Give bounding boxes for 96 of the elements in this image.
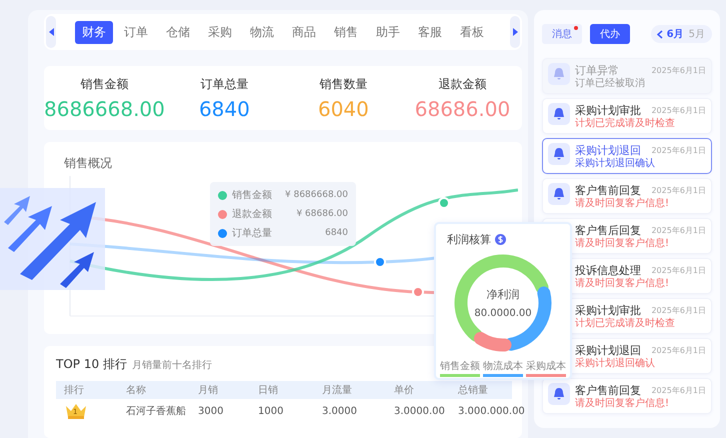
- category-tab[interactable]: 采购: [201, 20, 239, 44]
- column-header: 排行: [64, 384, 85, 397]
- legend-item: 销售金额: [440, 359, 480, 377]
- data-point: [412, 286, 424, 298]
- notice-date: 2025年6月1日: [651, 344, 706, 356]
- category-tab[interactable]: 仓储: [159, 20, 197, 44]
- chart-title: 销售概况: [64, 156, 112, 170]
- table-cell-text: 石河子香蕉船: [126, 404, 187, 418]
- notice-subtitle: 计划已完成请及时检查: [575, 318, 676, 330]
- crown-icon: [64, 403, 88, 419]
- notice-title: 订单异常: [575, 62, 620, 78]
- notice-date: 2025年6月1日: [651, 144, 706, 156]
- category-tab[interactable]: 订单: [117, 20, 155, 44]
- category-tab[interactable]: 助手: [369, 20, 407, 44]
- scroll-left-button[interactable]: [46, 16, 56, 48]
- category-tab[interactable]: 客服: [411, 20, 449, 44]
- column-header: 名称: [126, 384, 147, 397]
- data-point: [374, 256, 386, 268]
- notice-date: 2025年6月1日: [651, 384, 706, 396]
- bell-icon: [548, 182, 570, 204]
- notice-title: 采购计划审批: [575, 302, 642, 318]
- series-label: 销售金额: [232, 188, 272, 202]
- stat-value: 6840: [198, 96, 250, 120]
- notice-date: 2025年6月1日: [651, 304, 706, 316]
- category-tab[interactable]: 商品: [285, 20, 323, 44]
- column-header: 单价: [394, 384, 415, 397]
- legend-item: 采购成本: [526, 359, 566, 377]
- scroll-right-button[interactable]: [510, 16, 520, 48]
- notice-subtitle: 请及时回复客户信息!: [575, 238, 670, 250]
- notice-item[interactable]: 客户售前回复 2025年6月1日 请及时回复客户信息!: [542, 378, 712, 414]
- stat-label: 订单总量: [200, 76, 248, 92]
- notice-title: 采购计划退回: [575, 342, 642, 358]
- column-header: 总销量: [458, 384, 489, 397]
- table-cell-text: 3000: [198, 406, 224, 416]
- left-caret-icon: [48, 28, 54, 36]
- data-point: [438, 197, 450, 209]
- bell-icon: [548, 102, 570, 124]
- notice-title: 客户售前回复: [575, 182, 642, 198]
- column-header: 月销: [198, 384, 219, 397]
- notice-subtitle: 计划已完成请及时检查: [575, 118, 676, 130]
- column-header: 月流量: [322, 384, 353, 397]
- notice-tab[interactable]: 消息: [542, 24, 582, 44]
- notice-subtitle: 订单已经被取消: [575, 78, 646, 90]
- notice-subtitle: 请及时回复客户信息!: [575, 278, 670, 290]
- stat-value: 6040: [318, 96, 369, 120]
- notice-date: 2025年6月1日: [651, 264, 706, 276]
- stat-value: 68686.00: [414, 96, 510, 120]
- notice-title: 采购计划审批: [575, 102, 642, 118]
- notice-subtitle: 请及时回复客户信息!: [575, 398, 670, 410]
- notice-subtitle: 请及时回复客户信息!: [575, 198, 670, 210]
- notice-item[interactable]: 采购计划退回 2025年6月1日 采购计划退回确认: [542, 138, 712, 174]
- legend-item: 物流成本: [483, 359, 523, 377]
- notice-date: 2025年6月1日: [651, 184, 706, 196]
- month-option[interactable]: 6月: [666, 27, 685, 41]
- column-header: 日销: [258, 384, 279, 397]
- notice-tab[interactable]: 代办: [590, 24, 630, 44]
- ranking-subtitle: 月销量前十名排行: [132, 358, 212, 372]
- series-label: 退款金额: [232, 208, 272, 221]
- table-cell-text: 3.0000: [322, 406, 358, 416]
- bell-icon: [548, 382, 570, 404]
- stat-value: 8686668.00: [44, 96, 165, 120]
- right-caret-icon: [512, 28, 518, 36]
- notice-item[interactable]: 客户售前回复 2025年6月1日 请及时回复客户信息!: [542, 178, 712, 214]
- notice-title: 采购计划退回: [575, 142, 642, 158]
- notice-item[interactable]: 订单异常 2025年6月1日 订单已经被取消: [542, 58, 712, 94]
- left-chevron-icon[interactable]: [656, 30, 663, 38]
- series-value: ¥ 68686.00: [296, 209, 348, 219]
- series-value: ¥ 8686668.00: [285, 190, 348, 200]
- notice-subtitle: 采购计划退回确认: [575, 158, 656, 170]
- notice-date: 2025年6月1日: [651, 64, 706, 76]
- table-cell: 3.000.000.00: [458, 406, 525, 416]
- bell-icon: [548, 142, 570, 164]
- category-tab[interactable]: 看板: [453, 20, 491, 44]
- category-tab[interactable]: 销售: [327, 20, 365, 44]
- notice-date: 2025年6月1日: [651, 104, 706, 116]
- ranking-title: TOP 10 排行: [56, 356, 127, 373]
- table-cell-text: 3.0000.00: [394, 406, 446, 416]
- notice-title: 投诉信息处理: [575, 262, 642, 278]
- notice-item[interactable]: 采购计划审批 2025年6月1日 计划已完成请及时检查: [542, 98, 712, 134]
- notice-date: 2025年6月1日: [651, 224, 706, 236]
- notice-title: 客户售后回复: [575, 222, 642, 238]
- series-label: 订单总量: [232, 226, 272, 240]
- dollar-icon: [495, 234, 506, 245]
- stat-label: 销售金额: [80, 76, 128, 92]
- series-value: 6840: [325, 228, 348, 238]
- net-profit-label: 净利润: [486, 287, 520, 302]
- bell-icon: [548, 62, 570, 84]
- notice-title: 客户售前回复: [575, 382, 642, 398]
- stat-label: 退款金额: [438, 76, 486, 92]
- category-tab[interactable]: 物流: [243, 20, 281, 44]
- net-profit-value: 80.0000.00: [474, 308, 532, 319]
- stat-label: 销售数量: [319, 76, 368, 92]
- category-tab[interactable]: 财务: [75, 20, 113, 44]
- notice-subtitle: 采购计划退回确认: [575, 358, 656, 370]
- table-cell-text: 1000: [258, 406, 284, 416]
- profit-title: 利润核算: [447, 232, 491, 247]
